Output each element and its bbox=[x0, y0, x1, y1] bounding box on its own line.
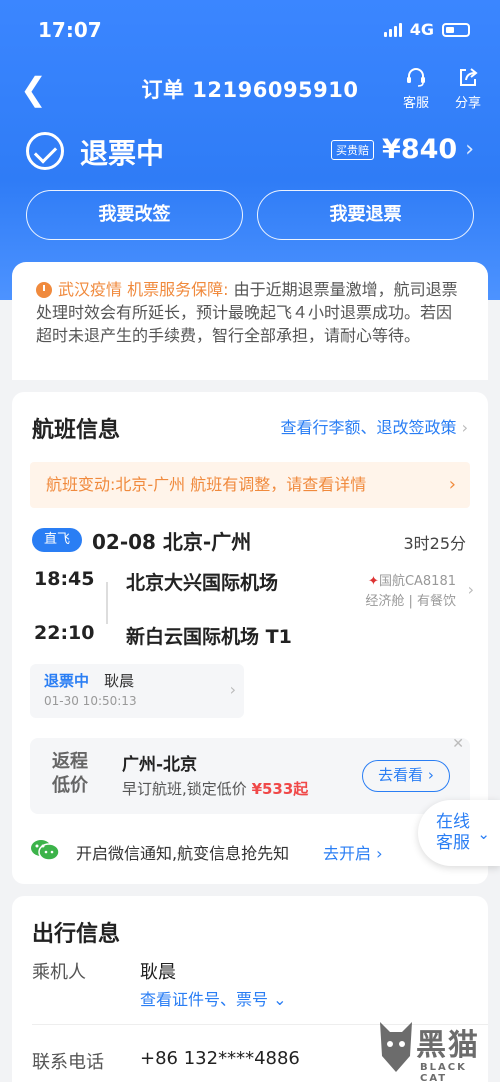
battery-icon bbox=[442, 22, 470, 37]
airline-logo-icon: ✦ bbox=[368, 574, 379, 589]
refund-passenger: 耿晨 bbox=[104, 672, 135, 690]
return-lowprice-tag: 返程 低价 bbox=[52, 750, 88, 798]
chevron-right-icon: › bbox=[461, 418, 468, 437]
wechat-notify-row: 开启微信通知,航变信息抢先知 去开启 › bbox=[30, 836, 450, 866]
customer-service-button[interactable]: 客服 bbox=[396, 66, 436, 111]
order-status-row: 退票中 买贵赔 ¥840 › bbox=[26, 130, 474, 174]
status-bar: 17:07 4G bbox=[38, 14, 480, 44]
share-icon bbox=[448, 66, 488, 92]
price-guarantee-badge: 买贵赔 bbox=[331, 139, 375, 160]
black-cat-watermark: 黑猫 BLACK CAT bbox=[376, 1016, 494, 1082]
promo-route: 广州-北京 bbox=[122, 755, 198, 775]
service-label: 客服 bbox=[402, 96, 429, 111]
share-label: 分享 bbox=[454, 96, 481, 111]
chevron-right-icon: › bbox=[467, 580, 474, 599]
headset-icon bbox=[396, 66, 436, 92]
change-ticket-button[interactable]: 我要改签 bbox=[26, 190, 243, 240]
flight-number-info[interactable]: ✦国航CA8181 经济舱 | 有餐饮 bbox=[365, 572, 456, 612]
return-promo: 返程 低价 广州-北京 早订航班,锁定低价 ¥533起 去看看 › ✕ bbox=[30, 736, 470, 814]
refund-time: 01-30 10:50:13 bbox=[44, 694, 137, 708]
passenger-name: 耿晨 bbox=[140, 962, 176, 983]
order-status: 退票中 bbox=[80, 137, 165, 170]
view-id-ticket-link[interactable]: 查看证件号、票号 ⌄ bbox=[140, 986, 287, 1010]
promo-price: ¥533起 bbox=[251, 780, 309, 798]
chevron-right-icon: › bbox=[448, 474, 456, 495]
online-service-button[interactable]: 在线 客服 ⌄ bbox=[418, 800, 500, 866]
promo-tag-line2: 低价 bbox=[52, 775, 88, 796]
refund-ticket-button[interactable]: 我要退票 bbox=[257, 190, 474, 240]
wechat-notify-text: 开启微信通知,航变信息抢先知 bbox=[76, 844, 290, 863]
chevron-right-icon: › bbox=[465, 137, 474, 162]
notice-text: 武汉疫情 机票服务保障: 由于近期退票量激增，航司退票处理时效会有所延长，预计最… bbox=[36, 278, 466, 347]
flight-change-notice[interactable]: 航班变动:北京-广州 航班有调整，请查看详情 › bbox=[30, 462, 470, 508]
arrival-time: 22:10 bbox=[34, 622, 95, 644]
promo-tag-line1: 返程 bbox=[52, 751, 88, 772]
signal-icon bbox=[383, 22, 402, 37]
departure-time: 18:45 bbox=[34, 568, 95, 590]
wechat-icon bbox=[31, 840, 60, 861]
online-service-line1: 在线 bbox=[436, 812, 470, 832]
close-icon[interactable]: ✕ bbox=[452, 736, 464, 752]
watermark-text: 黑猫 bbox=[416, 1028, 480, 1063]
flight-route-date: 02-08 北京-广州 bbox=[92, 530, 252, 554]
refund-progress[interactable]: 退票中 耿晨 01-30 10:50:13 › bbox=[30, 664, 244, 718]
direct-flight-tag: 直飞 bbox=[32, 528, 82, 552]
promo-view-button[interactable]: 去看看 › bbox=[362, 760, 450, 792]
baggage-policy-link[interactable]: 查看行李额、退改签政策 › bbox=[280, 414, 468, 438]
clock-icon bbox=[36, 282, 52, 298]
refund-status: 退票中 bbox=[44, 672, 90, 690]
status-time: 17:07 bbox=[38, 18, 102, 42]
policy-link-label: 查看行李额、退改签政策 bbox=[280, 418, 457, 437]
order-actions: 我要改签 我要退票 bbox=[26, 190, 474, 240]
chevron-down-icon: ⌄ bbox=[477, 825, 490, 843]
arrival-airport: 新白云国际机场 T1 bbox=[126, 626, 292, 648]
share-button[interactable]: 分享 bbox=[448, 66, 488, 111]
watermark-subtext: BLACK CAT bbox=[420, 1062, 467, 1082]
passenger-label: 乘机人 bbox=[32, 962, 86, 983]
chevron-right-icon: › bbox=[229, 680, 236, 699]
price-detail[interactable]: 买贵赔 ¥840 › bbox=[331, 134, 474, 165]
phone-label: 联系电话 bbox=[32, 1052, 104, 1073]
flight-info-card: 航班信息 查看行李额、退改签政策 › 航班变动:北京-广州 航班有调整，请查看详… bbox=[12, 392, 488, 884]
wechat-enable-link[interactable]: 去开启 › bbox=[323, 840, 383, 864]
route-line bbox=[106, 582, 108, 624]
departure-airport: 北京大兴国际机场 bbox=[126, 572, 279, 594]
navbar: ❮ 订单 12196095910 客服 分享 bbox=[0, 62, 500, 114]
black-cat-logo-icon bbox=[380, 1022, 412, 1072]
flight-duration: 3时25分 bbox=[403, 534, 466, 553]
promo-desc-text: 早订航班,锁定低价 bbox=[122, 780, 247, 798]
flight-number: 国航CA8181 bbox=[378, 574, 456, 589]
network-label: 4G bbox=[409, 20, 434, 39]
notice-highlight: 武汉疫情 机票服务保障: bbox=[58, 280, 229, 299]
change-notice-text: 航班变动:北京-广州 航班有调整，请查看详情 bbox=[46, 475, 367, 494]
chevron-down-icon: ⌄ bbox=[273, 990, 287, 1009]
order-price: ¥840 bbox=[382, 134, 458, 165]
cabin-class: 经济舱 | 有餐饮 bbox=[365, 594, 456, 609]
flight-section-title: 航班信息 bbox=[32, 418, 121, 443]
wechat-link-label: 去开启 bbox=[323, 844, 372, 863]
travel-section-title: 出行信息 bbox=[32, 922, 121, 947]
promo-view-label: 去看看 bbox=[378, 766, 424, 784]
view-id-ticket-label: 查看证件号、票号 bbox=[140, 990, 269, 1009]
phone-value: +86 132****4886 bbox=[140, 1048, 300, 1069]
online-service-line2: 客服 bbox=[436, 833, 470, 853]
epidemic-notice: 武汉疫情 机票服务保障: 由于近期退票量激增，航司退票处理时效会有所延长，预计最… bbox=[12, 262, 488, 380]
header-area: 17:07 4G ❮ 订单 12196095910 客服 分享 退票中 买贵赔 … bbox=[0, 0, 500, 300]
promo-desc: 早订航班,锁定低价 ¥533起 bbox=[122, 778, 308, 799]
check-circle-icon bbox=[26, 132, 64, 170]
